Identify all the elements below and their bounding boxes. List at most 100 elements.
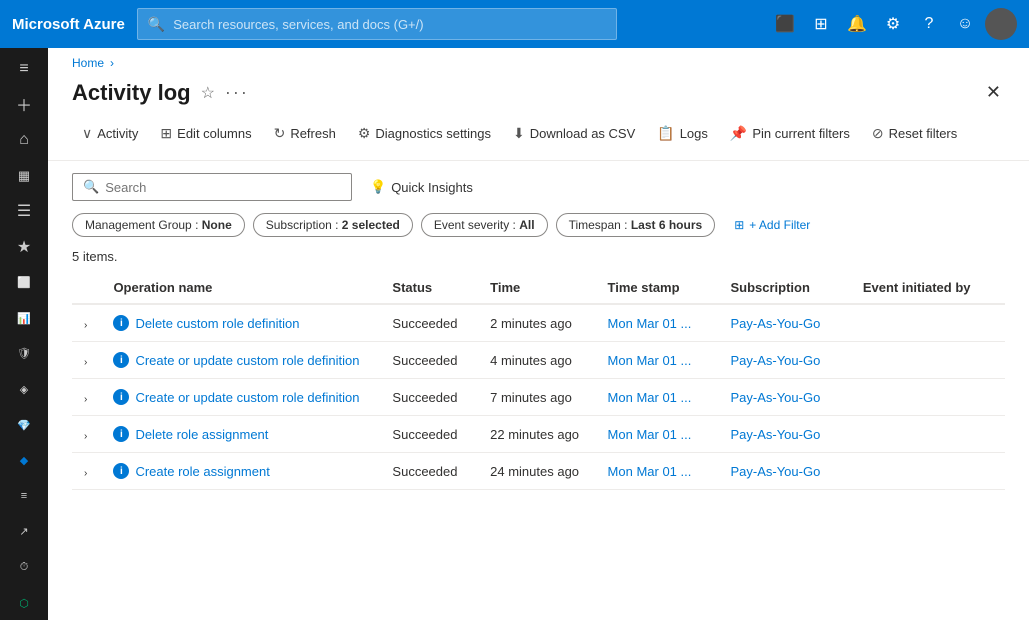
initiated-cell: [851, 453, 1005, 490]
status-cell: Succeeded: [380, 379, 478, 416]
sidebar-extra[interactable]: ⬡: [4, 586, 44, 620]
subscription-chip[interactable]: Subscription : 2 selected: [253, 213, 413, 237]
notifications-icon[interactable]: 🔔: [841, 8, 873, 40]
top-navigation: Microsoft Azure 🔍 ⬛ ⊞ 🔔 ⚙ ? ☺: [0, 0, 1029, 48]
operation-name-2[interactable]: i Create or update custom role definitio…: [113, 389, 368, 405]
sidebar-favorites[interactable]: ★: [4, 230, 44, 264]
table-row: › i Create or update custom role definit…: [72, 342, 1005, 379]
col-status: Status: [380, 272, 478, 304]
info-icon: i: [113, 389, 129, 405]
download-icon: ⬇: [513, 125, 525, 142]
subscription-cell[interactable]: Pay-As-You-Go: [718, 453, 850, 490]
table-body: › i Delete custom role definition Succee…: [72, 304, 1005, 490]
directory-icon[interactable]: ⊞: [805, 8, 837, 40]
page-title: Activity log: [72, 80, 191, 106]
logs-button[interactable]: 📋 Logs: [647, 119, 718, 148]
operation-name-4[interactable]: i Create role assignment: [113, 463, 368, 479]
reset-filters-button[interactable]: ⊘ Reset filters: [862, 119, 967, 148]
col-event-initiated: Event initiated by: [851, 272, 1005, 304]
settings-icon[interactable]: ⚙: [877, 8, 909, 40]
operation-name-3[interactable]: i Delete role assignment: [113, 426, 368, 442]
info-icon: i: [113, 352, 129, 368]
sidebar-dashboard[interactable]: ▦: [4, 159, 44, 193]
timestamp-cell: Mon Mar 01 ...: [596, 379, 719, 416]
subscription-cell[interactable]: Pay-As-You-Go: [718, 416, 850, 453]
sidebar-automation[interactable]: ⏱: [4, 551, 44, 585]
operation-name-0[interactable]: i Delete custom role definition: [113, 315, 368, 331]
timestamp-cell: Mon Mar 01 ...: [596, 304, 719, 342]
management-group-chip[interactable]: Management Group : None: [72, 213, 245, 237]
table-container: Operation name Status Time Time stamp Su…: [48, 272, 1029, 620]
info-icon: i: [113, 315, 129, 331]
items-count: 5 items.: [48, 249, 1029, 272]
quick-insights-button[interactable]: 💡 Quick Insights: [362, 174, 481, 200]
global-search-input[interactable]: [173, 17, 606, 32]
filter-bar: 🔍 💡 Quick Insights: [48, 161, 1029, 213]
refresh-icon: ↻: [274, 125, 286, 142]
pin-filters-button[interactable]: 📌 Pin current filters: [720, 119, 860, 148]
sidebar-deploy[interactable]: ↗: [4, 515, 44, 549]
row-expand-icon[interactable]: ›: [84, 394, 87, 405]
pin-icon: 📌: [730, 125, 747, 142]
operation-name-1[interactable]: i Create or update custom role definitio…: [113, 352, 368, 368]
timespan-chip[interactable]: Timespan : Last 6 hours: [556, 213, 716, 237]
timestamp-cell: Mon Mar 01 ...: [596, 416, 719, 453]
event-severity-chip[interactable]: Event severity : All: [421, 213, 548, 237]
close-button[interactable]: ✕: [982, 78, 1005, 107]
sidebar-home[interactable]: ⌂: [4, 123, 44, 157]
subscription-cell[interactable]: Pay-As-You-Go: [718, 379, 850, 416]
refresh-button[interactable]: ↻ Refresh: [264, 119, 346, 148]
search-box[interactable]: 🔍: [72, 173, 352, 201]
status-cell: Succeeded: [380, 453, 478, 490]
settings-icon: ⚙: [358, 125, 371, 142]
sidebar-menu2[interactable]: ≡: [4, 480, 44, 514]
activity-table: Operation name Status Time Time stamp Su…: [72, 272, 1005, 490]
table-row: › i Create or update custom role definit…: [72, 379, 1005, 416]
row-expand-icon[interactable]: ›: [84, 357, 87, 368]
sidebar-monitor[interactable]: 📊: [4, 301, 44, 335]
col-timestamp: Time stamp: [596, 272, 719, 304]
sidebar-create[interactable]: ＋: [4, 88, 44, 122]
row-expand-icon[interactable]: ›: [84, 431, 87, 442]
breadcrumb: Home ›: [48, 48, 1029, 78]
sidebar-cost[interactable]: 💎: [4, 408, 44, 442]
help-icon[interactable]: ?: [913, 8, 945, 40]
sidebar-security[interactable]: 🛡: [4, 337, 44, 371]
info-icon: i: [113, 426, 129, 442]
timestamp-cell: Mon Mar 01 ...: [596, 342, 719, 379]
time-cell: 4 minutes ago: [478, 342, 595, 379]
breadcrumb-home[interactable]: Home: [72, 56, 104, 70]
filter-chips: Management Group : None Subscription : 2…: [48, 213, 1029, 249]
subscription-cell[interactable]: Pay-As-You-Go: [718, 342, 850, 379]
global-search-box[interactable]: 🔍: [137, 8, 617, 40]
sidebar: ≡ ＋ ⌂ ▦ ☰ ★ ⬜ 📊 🛡 ◈ 💎 ◆ ≡ ↗ ⏱ ⬡: [0, 48, 48, 620]
pin-icon[interactable]: ☆: [201, 83, 215, 103]
download-csv-button[interactable]: ⬇ Download as CSV: [503, 119, 645, 148]
sidebar-policy[interactable]: ◈: [4, 373, 44, 407]
reset-icon: ⊘: [872, 125, 884, 142]
toolbar: ∨ Activity ⊞ Edit columns ↻ Refresh ⚙ Di…: [48, 119, 1029, 161]
sidebar-expand[interactable]: ≡: [4, 52, 44, 86]
row-expand-icon[interactable]: ›: [84, 468, 87, 479]
sidebar-ad[interactable]: ◆: [4, 444, 44, 478]
diagnostics-button[interactable]: ⚙ Diagnostics settings: [348, 119, 501, 148]
info-icon: i: [113, 463, 129, 479]
sidebar-recent[interactable]: ⬜: [4, 266, 44, 300]
add-filter-button[interactable]: ⊞ + Add Filter: [723, 213, 821, 237]
status-cell: Succeeded: [380, 304, 478, 342]
user-avatar[interactable]: [985, 8, 1017, 40]
subscription-cell[interactable]: Pay-As-You-Go: [718, 304, 850, 342]
feedback-icon[interactable]: ☺: [949, 8, 981, 40]
row-expand-icon[interactable]: ›: [84, 320, 87, 331]
initiated-cell: [851, 416, 1005, 453]
col-expand: [72, 272, 101, 304]
sidebar-all-services[interactable]: ☰: [4, 195, 44, 229]
table-header-row: Operation name Status Time Time stamp Su…: [72, 272, 1005, 304]
cloud-shell-icon[interactable]: ⬛: [769, 8, 801, 40]
edit-columns-button[interactable]: ⊞ Edit columns: [150, 119, 261, 148]
table-row: › i Create role assignment Succeeded 24 …: [72, 453, 1005, 490]
search-input[interactable]: [105, 180, 341, 195]
more-options-icon[interactable]: ···: [225, 82, 249, 103]
search-icon: 🔍: [83, 179, 99, 195]
activity-button[interactable]: ∨ Activity: [72, 119, 148, 148]
